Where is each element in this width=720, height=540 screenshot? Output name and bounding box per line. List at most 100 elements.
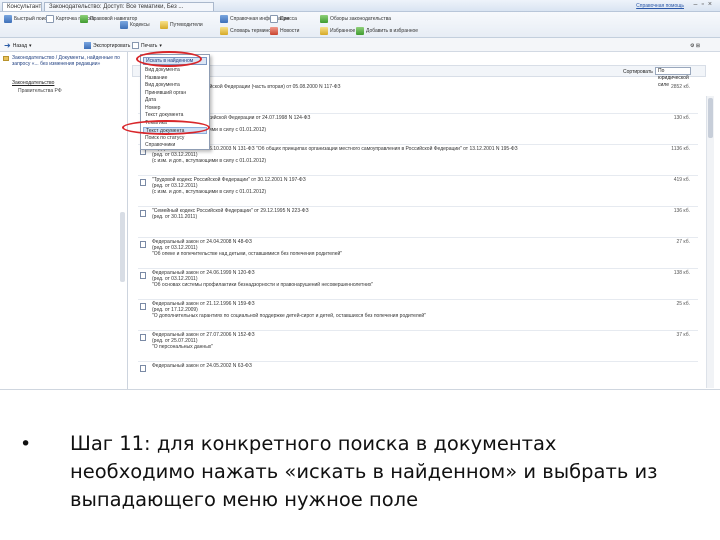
result-title[interactable]: Федеральный закон от 06.10.2003 N 131-ФЗ… <box>152 146 622 174</box>
tools-icon: ⚙ ⊞ <box>690 42 701 49</box>
row-divider <box>138 237 698 238</box>
back-button[interactable]: ➜ Назад ▾ <box>4 41 32 50</box>
chevron-down-icon: ▾ <box>29 42 32 49</box>
result-title[interactable]: Федеральный закон от 24.05.2002 N 63-ФЗ <box>152 363 622 389</box>
result-row[interactable]: Федеральный закон от 24.05.2002 N 63-ФЗ <box>138 363 698 389</box>
title-bar: КонсультантПлюс Законодательство: Доступ… <box>0 0 720 12</box>
news-icon <box>270 27 278 35</box>
document-icon <box>140 303 146 310</box>
result-row[interactable]: Федеральный закон от 27.07.2006 N 152-ФЗ… <box>138 332 698 362</box>
document-icon <box>140 241 146 248</box>
result-title[interactable]: Федеральный закон от 27.07.2006 N 152-ФЗ… <box>152 332 622 360</box>
row-divider <box>138 113 698 114</box>
document-icon <box>140 365 146 372</box>
export-button[interactable]: Экспортировать <box>84 41 130 50</box>
result-row[interactable]: "Семейный кодекс Российской Федерации" о… <box>138 208 698 238</box>
result-row[interactable]: Федеральный закон от 21.12.1996 N 159-ФЗ… <box>138 301 698 331</box>
toolbar: ➜ Назад ▾ Экспортировать Печать ▾ ⚙ ⊞ <box>0 38 720 52</box>
book-icon <box>120 21 128 29</box>
result-row[interactable]: Федеральный закон от 24.06.1999 N 120-ФЗ… <box>138 270 698 300</box>
card-icon <box>46 15 54 23</box>
left-section-item[interactable]: Правительства РФ <box>18 88 62 94</box>
result-size: 419 кб. <box>673 177 690 183</box>
dropdown-item[interactable]: Поиск по статусу <box>145 135 184 142</box>
result-title[interactable]: Федеральный закон Российской Федерации о… <box>152 115 622 143</box>
ribbon: Быстрый поиск Карточка поиска Правовой н… <box>0 12 720 38</box>
left-panel: Законодательство / Документы, найденные … <box>0 52 128 389</box>
dropdown-item[interactable]: Текст документа <box>145 112 183 119</box>
result-size: 136 кб. <box>673 208 690 214</box>
dropdown-item[interactable]: Вид документа <box>145 67 180 74</box>
result-size: 27 кб. <box>676 239 690 245</box>
app-screenshot: КонсультантПлюс Законодательство: Доступ… <box>0 0 720 390</box>
reviews-button[interactable]: Обзоры законодательства <box>320 14 391 24</box>
press-button[interactable]: Пресса <box>270 14 297 24</box>
star-icon <box>320 27 328 35</box>
guides-button[interactable]: Путеводители <box>160 20 203 30</box>
codes-button[interactable]: Кодексы <box>120 20 150 30</box>
result-title[interactable]: Федеральный закон от 21.12.1996 N 159-ФЗ… <box>152 301 622 329</box>
left-scrollbar[interactable] <box>120 212 125 282</box>
folder-icon <box>3 56 9 61</box>
result-row[interactable]: "Трудовой кодекс Российской Федерации" о… <box>138 177 698 207</box>
row-divider <box>138 268 698 269</box>
row-divider <box>138 361 698 362</box>
row-divider <box>138 330 698 331</box>
results-panel: Сортировать По юридической силе Налоговы… <box>132 52 716 389</box>
document-icon <box>140 272 146 279</box>
help-link[interactable]: Справочная помощь <box>636 3 684 9</box>
print-button[interactable]: Печать ▾ <box>132 41 162 50</box>
chevron-down-icon: ▾ <box>159 42 162 49</box>
row-divider <box>138 144 698 145</box>
dropdown-item[interactable]: Номер <box>145 105 160 112</box>
result-row[interactable]: Федеральный закон Российской Федерации о… <box>138 115 698 145</box>
left-section-link[interactable]: Законодательство <box>12 80 54 86</box>
sort-bar: Сортировать По юридической силе <box>132 65 706 88</box>
quick-search-button[interactable]: Быстрый поиск <box>4 14 49 24</box>
dropdown-item[interactable]: Вид документа <box>145 82 180 89</box>
result-title[interactable]: Федеральный закон от 24.06.1999 N 120-ФЗ… <box>152 270 622 298</box>
dropdown-item[interactable]: Название <box>145 75 167 82</box>
result-row[interactable]: Налоговый кодекс Российской Федерации (ч… <box>138 84 698 114</box>
result-size: 138 кб. <box>673 270 690 276</box>
result-title[interactable]: Налоговый кодекс Российской Федерации (ч… <box>152 84 622 112</box>
result-size: 25 кб. <box>676 301 690 307</box>
result-size: 2852 кб. <box>670 84 690 90</box>
press-icon <box>270 15 278 23</box>
caption-text: Шаг 11: для конкретного поиска в докумен… <box>70 432 658 511</box>
left-panel-title[interactable]: Законодательство / Документы, найденные … <box>12 55 126 67</box>
panel-tools[interactable]: ⚙ ⊞ <box>690 41 700 50</box>
dropdown-item[interactable]: Справочники <box>145 142 175 149</box>
arrow-left-icon: ➜ <box>4 40 11 50</box>
review-icon <box>320 15 328 23</box>
search-icon <box>4 15 12 23</box>
navigator-icon <box>80 15 88 23</box>
dictionary-icon <box>220 27 228 35</box>
tab-document[interactable]: Законодательство: Доступ: Все тематики, … <box>44 2 214 11</box>
favorites-button[interactable]: Избранное <box>320 26 355 36</box>
row-divider <box>138 206 698 207</box>
slide-caption: • Шаг 11: для конкретного поиска в докум… <box>20 430 684 514</box>
window-controls[interactable]: –▫× <box>694 1 716 8</box>
guide-icon <box>160 21 168 29</box>
result-row[interactable]: Федеральный закон от 06.10.2003 N 131-ФЗ… <box>138 146 698 176</box>
add-favorite-button[interactable]: Добавить в избранное <box>356 26 418 36</box>
result-row[interactable]: Федеральный закон от 24.04.2008 N 48-ФЗ … <box>138 239 698 269</box>
sort-select[interactable]: По юридической силе <box>655 67 691 88</box>
dropdown-item[interactable]: Принявший орган <box>145 90 186 97</box>
results-scrollbar[interactable] <box>706 96 714 388</box>
result-title[interactable]: "Трудовой кодекс Российской Федерации" о… <box>152 177 622 205</box>
dropdown-item[interactable]: Дата <box>145 97 156 104</box>
result-title[interactable]: "Семейный кодекс Российской Федерации" о… <box>152 208 622 236</box>
dictionary-button[interactable]: Словарь терминов <box>220 26 274 36</box>
info-icon <box>220 15 228 23</box>
scroll-thumb[interactable] <box>708 98 713 138</box>
result-size: 130 кб. <box>673 115 690 121</box>
export-icon <box>84 42 91 49</box>
result-title[interactable]: Федеральный закон от 24.04.2008 N 48-ФЗ … <box>152 239 622 267</box>
tab-app[interactable]: КонсультантПлюс <box>2 2 42 11</box>
news-button[interactable]: Новости <box>270 26 299 36</box>
result-size: 37 кб. <box>676 332 690 338</box>
bullet-icon: • <box>20 433 32 455</box>
plus-icon <box>356 27 364 35</box>
